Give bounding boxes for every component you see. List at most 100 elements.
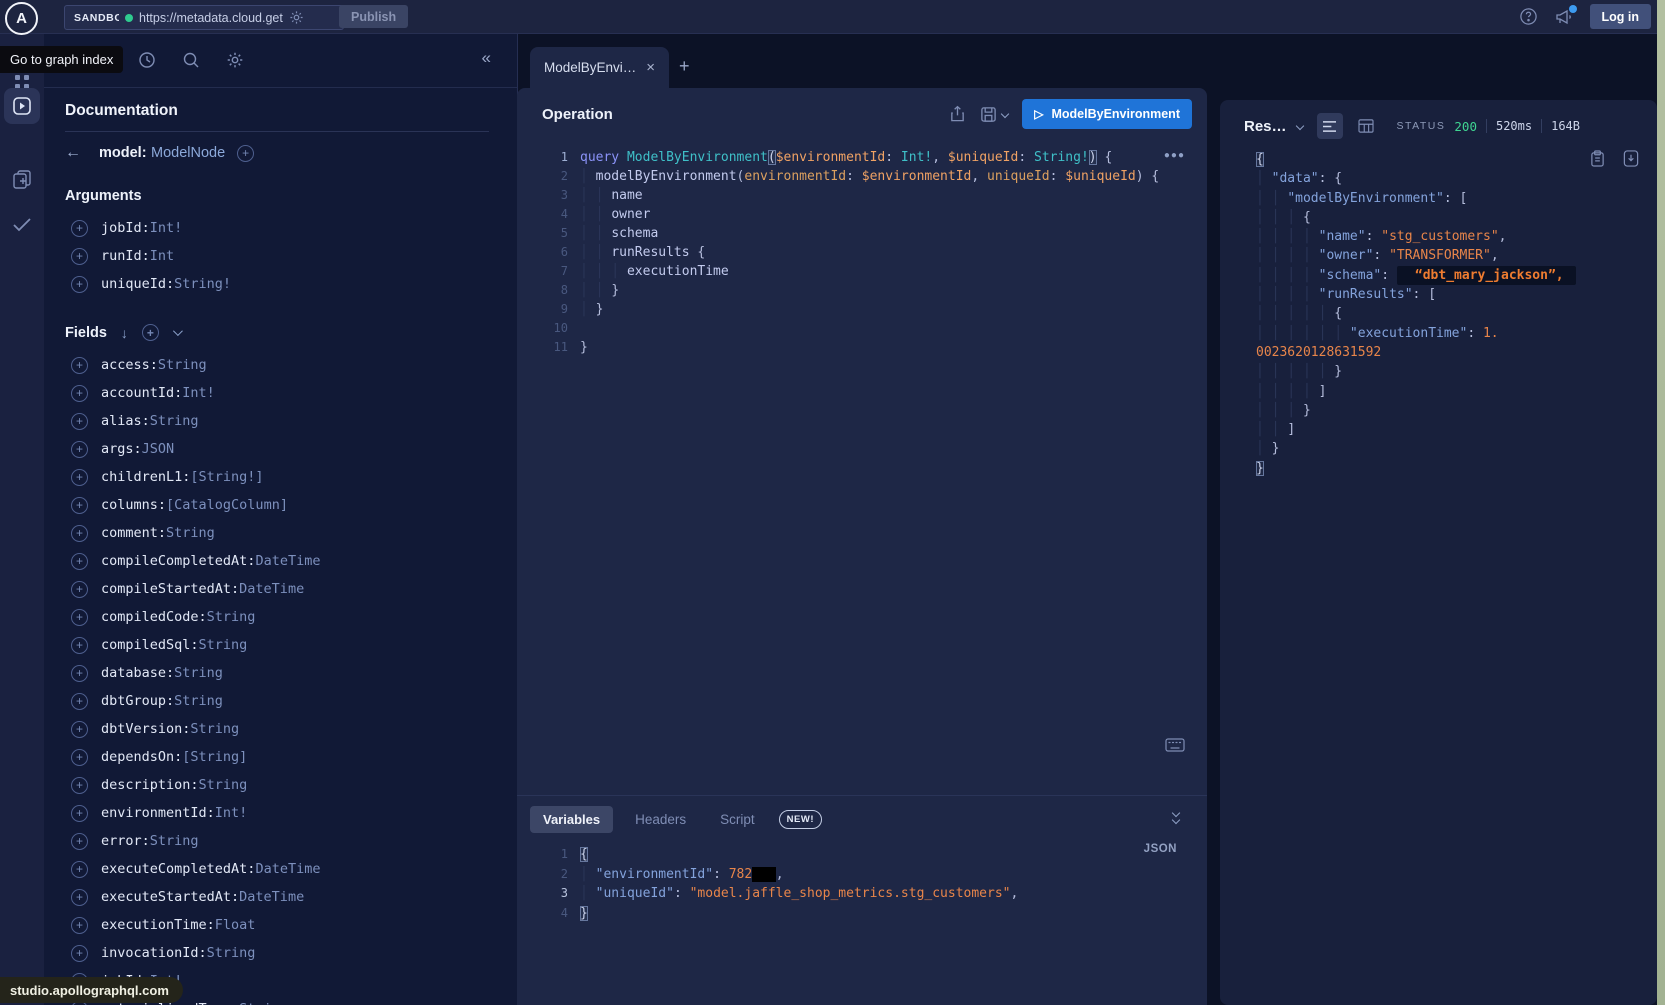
field-row[interactable]: + compileStartedAt:DateTime [65,575,489,603]
field-row[interactable]: + accountId:Int! [65,379,489,407]
code-line: │ │ "modelByEnvironment": [ [1256,189,1576,208]
operation-menu-icon[interactable]: ●●● [1164,150,1185,161]
announcements-megaphone-icon[interactable] [1554,8,1574,26]
login-button[interactable]: Log in [1590,4,1652,29]
line-number: 3 [530,884,568,904]
copy-response-icon[interactable] [1590,150,1605,167]
add-field-icon[interactable]: + [71,525,88,542]
collapse-panel-icon[interactable]: « [482,48,491,68]
field-row[interactable]: + compiledCode:String [65,603,489,631]
field-row[interactable]: + database:String [65,659,489,687]
add-argument-icon[interactable]: + [71,276,88,293]
new-tab-icon[interactable]: + [679,56,690,77]
field-type: String [174,665,223,681]
publish-button[interactable]: Publish [339,5,408,28]
save-icon[interactable] [980,106,997,123]
argument-row[interactable]: + uniqueId:String! [65,270,489,298]
add-field-icon[interactable]: + [71,693,88,710]
add-field-icon[interactable]: + [71,469,88,486]
raw-view-button[interactable] [1317,113,1343,139]
add-field-icon[interactable]: + [71,805,88,822]
add-field-icon[interactable]: + [71,777,88,794]
tab-variables[interactable]: Variables [530,806,613,833]
field-row[interactable]: + description:String [65,771,489,799]
add-field-icon[interactable]: + [71,553,88,570]
add-field-icon[interactable]: + [71,385,88,402]
field-row[interactable]: + compiledSql:String [65,631,489,659]
field-row[interactable]: + dbtGroup:String [65,687,489,715]
sort-fields-icon[interactable]: ↓ [121,325,128,341]
add-field-icon[interactable]: + [71,861,88,878]
save-group[interactable] [980,106,1008,123]
variables-editor[interactable]: 1234 {│ "environmentId": 782 ,│ "uniqueI… [517,833,1207,923]
endpoint-url: https://metadata.cloud.get [139,11,283,25]
field-type: Int! [182,385,215,401]
field-row[interactable]: + dbtVersion:String [65,715,489,743]
add-field-icon[interactable]: + [71,833,88,850]
field-row[interactable]: + invocationId:String [65,939,489,967]
field-row[interactable]: + executionTime:Float [65,911,489,939]
add-field-icon[interactable]: + [71,945,88,962]
operation-tab[interactable]: ModelByEnvi… × [530,47,669,88]
argument-row[interactable]: + jobId:Int! [65,214,489,242]
code-line: │ │ │ │ │ │ "executionTime": 1. [1256,324,1576,343]
add-field-icon[interactable]: + [71,889,88,906]
add-all-fields-icon[interactable]: + [142,324,159,341]
field-row[interactable]: + columns:[CatalogColumn] [65,491,489,519]
field-row[interactable]: + alias:String [65,407,489,435]
nav-checks-button[interactable] [4,206,40,242]
add-field-icon[interactable]: + [71,665,88,682]
doc-type-name[interactable]: ModelNode [151,145,225,161]
run-operation-button[interactable]: ▷ ModelByEnvironment [1022,99,1192,129]
add-field-icon[interactable]: + [71,749,88,766]
field-row[interactable]: + comment:String [65,519,489,547]
history-icon[interactable] [138,51,156,69]
field-row[interactable]: + executeCompletedAt:DateTime [65,855,489,883]
field-row[interactable]: + dependsOn:[String] [65,743,489,771]
field-row[interactable]: + environmentId:Int! [65,799,489,827]
endpoint-url-input[interactable]: https://metadata.cloud.get [119,5,344,30]
add-field-icon[interactable]: + [71,581,88,598]
close-tab-icon[interactable]: × [646,59,655,76]
add-field-icon[interactable]: + [71,637,88,654]
add-field-icon[interactable]: + [71,441,88,458]
add-field-icon[interactable]: + [71,357,88,374]
field-row[interactable]: + error:String [65,827,489,855]
tab-headers[interactable]: Headers [623,812,698,827]
add-field-icon[interactable]: + [71,413,88,430]
keyboard-shortcuts-icon[interactable] [1165,738,1185,752]
add-field-icon[interactable]: + [71,497,88,514]
add-type-icon[interactable]: + [237,145,254,162]
download-response-icon[interactable] [1623,150,1639,167]
add-field-icon[interactable]: + [71,917,88,934]
field-row[interactable]: + childrenL1:[String!] [65,463,489,491]
share-icon[interactable] [949,105,966,123]
field-row[interactable]: + args:JSON [65,435,489,463]
settings-gear-icon[interactable] [226,51,244,69]
search-icon[interactable] [182,51,200,69]
help-icon[interactable] [1519,7,1538,26]
add-argument-icon[interactable]: + [71,248,88,265]
collapse-variables-icon[interactable] [1173,810,1179,823]
back-arrow-icon[interactable]: ← [65,144,81,162]
chevron-down-icon[interactable] [173,326,183,336]
save-dropdown-chevron-icon[interactable] [1001,110,1009,118]
response-dropdown-chevron-icon[interactable] [1295,122,1303,130]
field-row[interactable]: + access:String [65,351,489,379]
add-field-icon[interactable]: + [71,721,88,738]
endpoint-settings-gear-icon[interactable] [289,10,304,25]
table-view-button[interactable] [1353,113,1379,139]
nav-schema-button[interactable] [4,161,40,197]
operation-code-editor[interactable]: 1234567891011 query ModelByEnvironment($… [517,140,1207,357]
add-argument-icon[interactable]: + [71,220,88,237]
add-field-icon[interactable]: + [71,609,88,626]
field-row[interactable]: + compileCompletedAt:DateTime [65,547,489,575]
apollo-logo[interactable]: A [5,2,38,35]
tab-script[interactable]: Script [708,812,767,827]
code-line: { [1256,150,1576,169]
field-type: String [207,945,256,961]
response-viewer[interactable]: {│ "data": {│ │ "modelByEnvironment": [│… [1220,139,1657,478]
argument-row[interactable]: + runId:Int [65,242,489,270]
nav-explorer-button[interactable] [4,88,40,124]
field-row[interactable]: + executeStartedAt:DateTime [65,883,489,911]
